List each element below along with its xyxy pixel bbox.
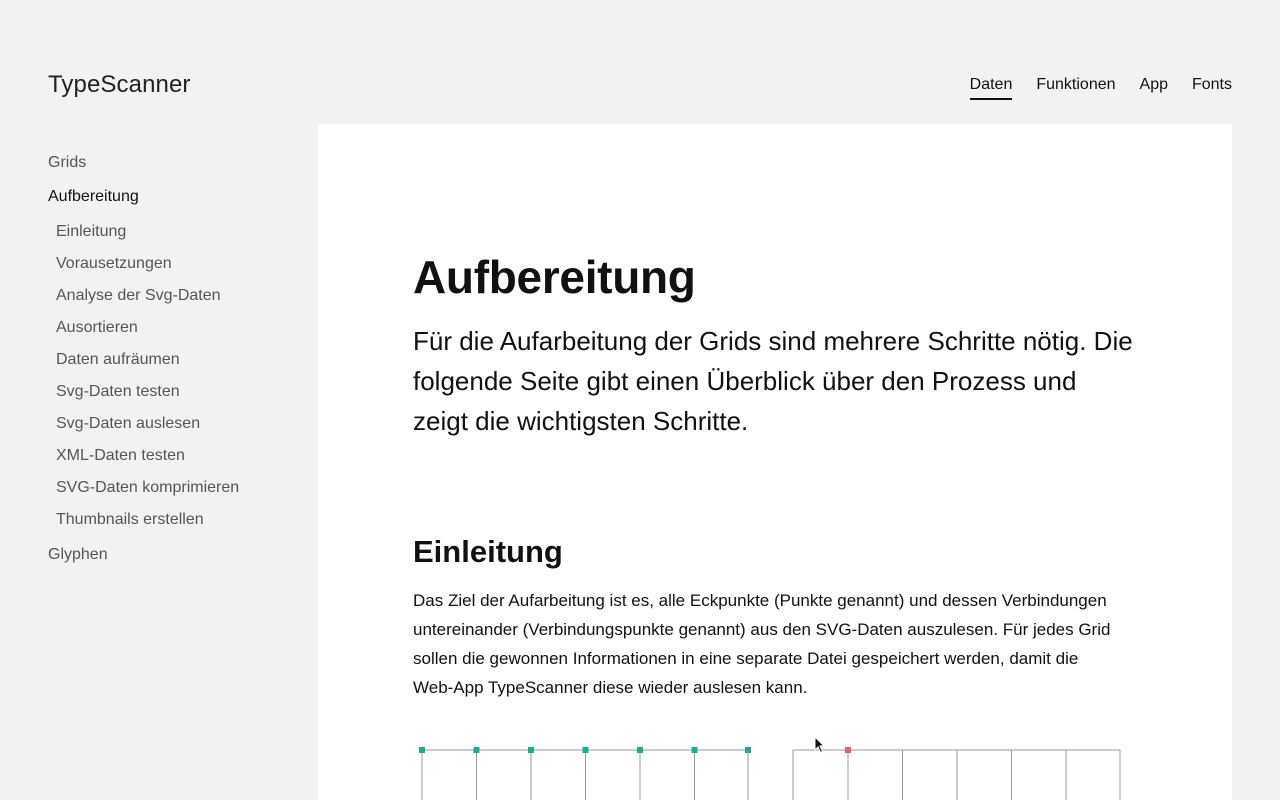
grid-right: [792, 749, 1121, 800]
sidebar-subitem-einleitung[interactable]: Einleitung: [56, 221, 308, 253]
grid-illustration: [419, 747, 1121, 800]
sidebar-item-aufbereitung[interactable]: Aufbereitung: [48, 188, 308, 210]
sidebar-subitem-svg-komprimieren[interactable]: SVG-Daten komprimieren: [56, 477, 308, 509]
sidebar-item-grids[interactable]: Grids: [48, 154, 308, 176]
grid-point: [528, 747, 534, 753]
grid-point: [419, 747, 425, 753]
grid-point: [637, 747, 643, 753]
page-title: Aufbereitung: [413, 251, 696, 303]
lead-paragraph: Für die Aufarbeitung der Grids sind mehr…: [413, 326, 1133, 436]
site-header: TypeScanner Daten Funktionen App Fonts: [0, 0, 1280, 124]
section-paragraph: Das Ziel der Aufarbeitung ist es, alle E…: [413, 591, 1111, 697]
grid-left: [421, 749, 749, 800]
grid-point: [745, 747, 751, 753]
sidebar-subitem-vorausetzungen[interactable]: Vorausetzungen: [56, 253, 308, 285]
sidebar-subitem-analyse[interactable]: Analyse der Svg-Daten: [56, 285, 308, 317]
sidebar-subitem-daten-aufraeumen[interactable]: Daten aufräumen: [56, 349, 308, 381]
nav-daten[interactable]: Daten: [969, 76, 1013, 100]
sidebar-subitem-thumbnails[interactable]: Thumbnails erstellen: [56, 509, 308, 541]
sidebar-item-glyphen[interactable]: Glyphen: [48, 546, 308, 568]
sidebar-subitem-ausortieren[interactable]: Ausortieren: [56, 317, 308, 349]
section-heading-einleitung: Einleitung: [413, 534, 563, 569]
nav-funktionen[interactable]: Funktionen: [1036, 76, 1115, 100]
nav-fonts[interactable]: Fonts: [1192, 76, 1232, 100]
grid-point-highlight: [845, 747, 851, 753]
sidebar: Grids Aufbereitung Einleitung Vorausetzu…: [48, 154, 308, 568]
sidebar-subnav: Einleitung Vorausetzungen Analyse der Sv…: [56, 221, 308, 541]
top-navigation: Daten Funktionen App Fonts: [969, 76, 1232, 100]
site-logo[interactable]: TypeScanner: [48, 71, 191, 99]
sidebar-subitem-svg-testen[interactable]: Svg-Daten testen: [56, 381, 308, 413]
mouse-cursor-icon: [814, 736, 826, 754]
grid-point: [691, 747, 698, 753]
grid-point: [582, 747, 589, 753]
sidebar-subitem-xml-testen[interactable]: XML-Daten testen: [56, 445, 308, 477]
main-content: Aufbereitung Für die Aufarbeitung der Gr…: [318, 124, 1232, 800]
sidebar-subitem-svg-auslesen[interactable]: Svg-Daten auslesen: [56, 413, 308, 445]
grid-point: [473, 747, 480, 753]
nav-app[interactable]: App: [1140, 76, 1168, 100]
